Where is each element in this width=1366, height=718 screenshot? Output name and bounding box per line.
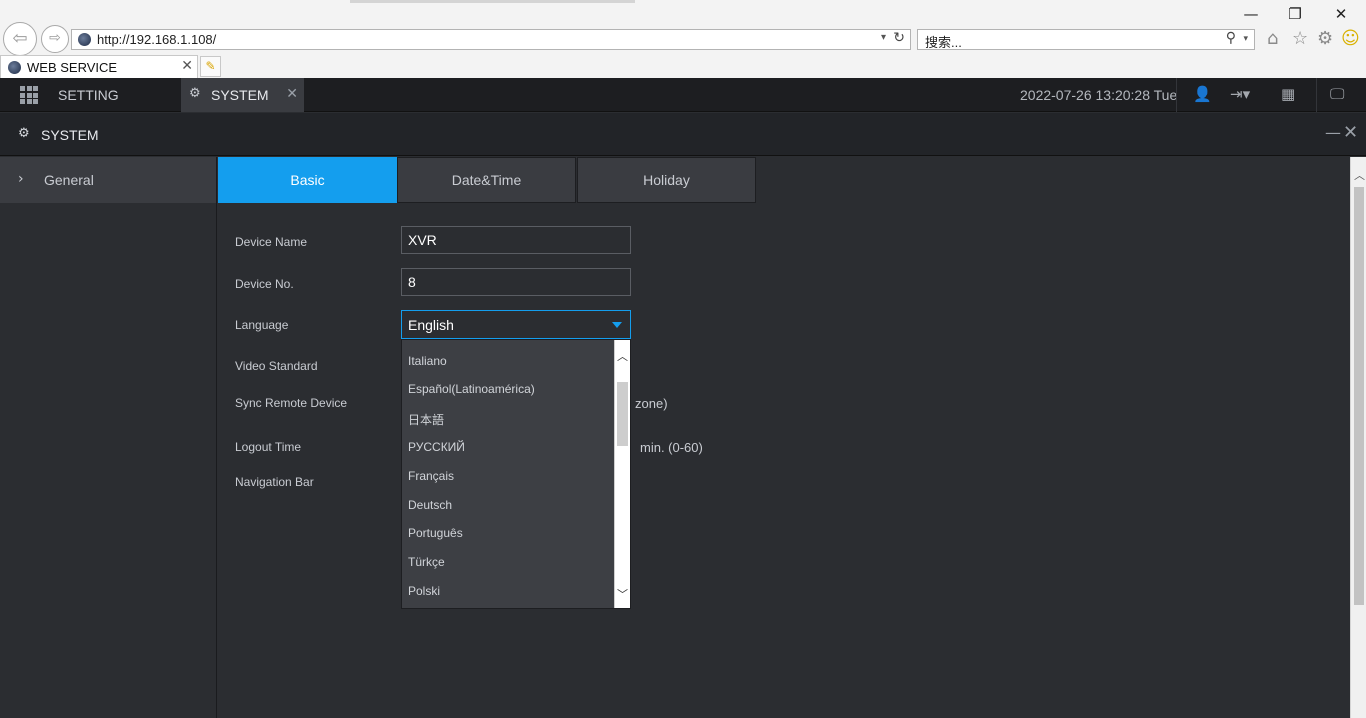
settings-gear-icon[interactable]: ⚙ bbox=[1317, 28, 1333, 49]
language-option-polski[interactable]: Polski bbox=[408, 584, 440, 598]
language-option-francais[interactable]: Français bbox=[408, 469, 454, 483]
logout-icon[interactable]: ⇥▾ bbox=[1230, 85, 1250, 103]
close-window-icon[interactable]: ✕ bbox=[1326, 4, 1356, 24]
caret-down-icon bbox=[612, 322, 622, 328]
language-option-portugues[interactable]: Português bbox=[408, 526, 463, 540]
language-select[interactable]: English bbox=[401, 310, 631, 339]
minimize-icon[interactable]: — bbox=[1325, 123, 1341, 142]
minimize-window-icon[interactable]: — bbox=[1236, 4, 1266, 24]
datetime-display: 2022-07-26 13:20:28 Tue bbox=[1020, 87, 1178, 103]
chevron-down-icon[interactable]: ﹀ bbox=[617, 586, 628, 602]
site-globe-icon bbox=[78, 33, 91, 46]
sidebar-item-label: General bbox=[44, 172, 94, 188]
search-icon[interactable]: ⚲ bbox=[1226, 30, 1236, 46]
dropdown-scroll-thumb[interactable] bbox=[617, 382, 628, 446]
window-title: SYSTEM bbox=[41, 127, 99, 143]
sync-remote-device-label: Sync Remote Device bbox=[235, 396, 348, 410]
browser-tab-strip: WEB SERVICE ✕ ✎ bbox=[0, 55, 1366, 78]
sidebar: › General bbox=[0, 157, 217, 718]
device-name-label: Device Name bbox=[235, 235, 308, 249]
language-dropdown-list: Italiano Español(Latinoamérica) 日本語 РУСС… bbox=[401, 339, 631, 609]
back-arrow-icon[interactable]: ⇦ bbox=[3, 22, 37, 56]
setting-nav-label[interactable]: SETTING bbox=[58, 87, 119, 103]
user-icon[interactable]: 👤 bbox=[1193, 85, 1212, 103]
address-bar[interactable]: http://192.168.1.108/ ▾ ↻ bbox=[71, 29, 911, 50]
gear-icon: ⚙ bbox=[18, 126, 30, 141]
search-bar[interactable]: 搜索... ⚲ ▾ bbox=[917, 29, 1255, 50]
gear-icon: ⚙ bbox=[189, 86, 201, 101]
device-name-input[interactable] bbox=[401, 226, 631, 254]
logout-time-label: Logout Time bbox=[235, 440, 302, 454]
browser-tab-title: WEB SERVICE bbox=[27, 60, 118, 75]
dropdown-scrollbar[interactable]: ︿ ﹀ bbox=[614, 340, 630, 608]
device-no-input[interactable] bbox=[401, 268, 631, 296]
logout-time-unit: min. (0-60) bbox=[640, 440, 703, 455]
language-option-japanese[interactable]: 日本語 bbox=[408, 411, 444, 428]
chevron-up-icon[interactable]: ︿ bbox=[617, 348, 628, 364]
search-placeholder[interactable]: 搜索... bbox=[925, 32, 962, 51]
monitor-icon[interactable]: 🖵 bbox=[1330, 85, 1344, 103]
smiley-feedback-icon[interactable]: ☺ bbox=[1341, 28, 1360, 49]
header-divider bbox=[1176, 78, 1177, 112]
language-label: Language bbox=[235, 318, 289, 332]
tab-system-label: SYSTEM bbox=[211, 87, 269, 103]
title-bar-shadow bbox=[350, 0, 635, 3]
close-tab-icon[interactable]: ✕ bbox=[286, 86, 298, 102]
browser-tab-web-service[interactable]: WEB SERVICE ✕ bbox=[0, 55, 198, 78]
forward-arrow-icon[interactable]: ⇨ bbox=[41, 25, 69, 53]
device-no-label: Device No. bbox=[235, 277, 294, 291]
sidebar-item-general[interactable]: › General bbox=[0, 157, 216, 203]
search-dropdown-icon[interactable]: ▾ bbox=[1243, 33, 1248, 44]
header-divider bbox=[1316, 78, 1317, 112]
system-window-titlebar: ⚙ SYSTEM — ✕ bbox=[0, 113, 1366, 156]
main-content: Basic Date&Time Holiday Device Name Devi… bbox=[218, 157, 1350, 718]
language-option-russian[interactable]: РУССКИЙ bbox=[408, 440, 465, 454]
page-scrollbar[interactable]: ︿ bbox=[1350, 157, 1366, 718]
sync-remote-suffix: zone) bbox=[635, 396, 668, 411]
tab-holiday[interactable]: Holiday bbox=[577, 157, 756, 203]
refresh-icon[interactable]: ↻ bbox=[893, 30, 905, 46]
app-header: SETTING ⚙ SYSTEM ✕ 2022-07-26 13:20:28 T… bbox=[0, 78, 1366, 112]
tab-date-time[interactable]: Date&Time bbox=[397, 157, 576, 203]
page-scroll-thumb[interactable] bbox=[1354, 187, 1364, 605]
address-url[interactable]: http://192.168.1.108/ bbox=[97, 32, 216, 47]
language-option-espanol[interactable]: Español(Latinoamérica) bbox=[408, 382, 535, 396]
language-option-deutsch[interactable]: Deutsch bbox=[408, 498, 452, 512]
language-option-turkce[interactable]: Türkçe bbox=[408, 555, 445, 569]
navigation-bar-label: Navigation Bar bbox=[235, 475, 314, 489]
tab-favicon-icon bbox=[8, 61, 21, 74]
restore-window-icon[interactable]: ❐ bbox=[1280, 4, 1310, 24]
browser-chrome: — ❐ ✕ ⇦ ⇨ http://192.168.1.108/ ▾ ↻ 搜索..… bbox=[0, 0, 1366, 78]
language-option-italiano[interactable]: Italiano bbox=[408, 354, 447, 368]
qr-code-icon[interactable]: ▦ bbox=[1281, 85, 1295, 103]
address-dropdown-icon[interactable]: ▾ bbox=[881, 32, 886, 43]
tab-system[interactable]: ⚙ SYSTEM ✕ bbox=[181, 78, 304, 112]
tab-close-icon[interactable]: ✕ bbox=[181, 58, 193, 74]
video-standard-label: Video Standard bbox=[235, 359, 318, 373]
new-tab-icon[interactable]: ✎ bbox=[200, 56, 221, 77]
tab-basic[interactable]: Basic bbox=[218, 157, 397, 203]
language-selected-value: English bbox=[408, 317, 454, 333]
close-icon[interactable]: ✕ bbox=[1343, 122, 1358, 143]
menu-grid-icon[interactable] bbox=[20, 86, 38, 104]
chevron-right-icon: › bbox=[18, 171, 24, 187]
favorites-star-icon[interactable]: ☆ bbox=[1292, 28, 1308, 49]
home-icon[interactable]: ⌂ bbox=[1267, 28, 1278, 49]
chevron-up-icon[interactable]: ︿ bbox=[1354, 167, 1365, 183]
